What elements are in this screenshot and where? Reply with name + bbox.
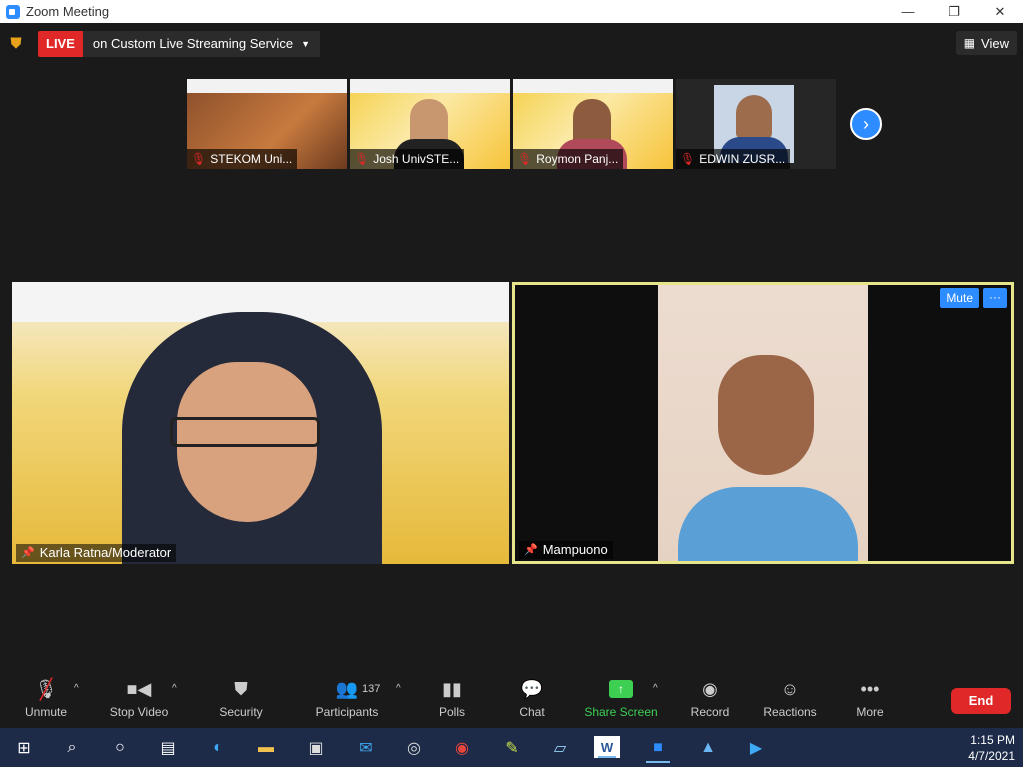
live-badge[interactable]: LIVE	[38, 31, 83, 57]
meeting-toolbar: 🎙 ╱ Unmute ^ ■◀ Stop Video ^ ⛊ Security 👥…	[0, 671, 1023, 728]
participant-thumbnail[interactable]: 🎙 Roymon Panj...	[513, 79, 673, 169]
chevron-right-icon: ›	[863, 113, 869, 134]
share-options-caret-icon[interactable]: ^	[653, 683, 658, 694]
participant-thumbnail[interactable]: 🎙 EDWIN ZUSR...	[676, 79, 836, 169]
view-label: View	[981, 35, 1009, 51]
pin-icon: 📌	[524, 544, 538, 556]
file-explorer-icon[interactable]: ▬	[250, 732, 282, 763]
participant-name: EDWIN ZUSR...	[699, 152, 786, 166]
pen-app-icon[interactable]: ✎	[496, 732, 528, 763]
view-button[interactable]: ▦ View	[955, 31, 1017, 55]
polls-button[interactable]: ▮▮ Polls	[436, 677, 468, 723]
mic-muted-icon: 🎙 ╱	[34, 678, 58, 701]
pin-icon: 📌	[21, 547, 35, 559]
restore-icon[interactable]: ❐	[931, 0, 977, 23]
stop-video-button[interactable]: ■◀ Stop Video	[108, 677, 170, 723]
encryption-shield-icon[interactable]: ⛊	[8, 35, 24, 53]
participant-name-tag: 📌 Mampuono	[519, 541, 613, 559]
video-tile-moderator[interactable]: 📌 Karla Ratna/Moderator	[12, 282, 509, 564]
search-icon[interactable]: ⌕	[56, 732, 88, 763]
record-icon: ◉	[702, 678, 718, 699]
mic-muted-icon: 🎙	[354, 152, 370, 166]
more-button[interactable]: ••• More	[855, 677, 885, 723]
media-player-icon[interactable]: ▶	[740, 732, 772, 763]
windows-start-icon[interactable]: ⊞	[8, 732, 40, 763]
live-service-label: on Custom Live Streaming Service	[92, 36, 294, 51]
caret-down-icon: ▼	[301, 39, 310, 49]
audio-options-caret-icon[interactable]: ^	[74, 683, 79, 694]
edge-browser-icon[interactable]: ◐	[202, 732, 234, 763]
clock-date: 4/7/2021	[968, 749, 1015, 763]
clock-time: 1:15 PM	[970, 733, 1015, 747]
windows-taskbar: ⊞ ⌕ ○ ▤ ◐ ▬ ▣ ✉ ◎ ◉ ✎ ▱ W ■ ▲ ▶ 1:15 PM …	[0, 728, 1023, 767]
window-titlebar: Zoom Meeting — ❐ ✕	[0, 0, 1023, 23]
mute-participant-button[interactable]: Mute	[940, 288, 979, 308]
ellipsis-icon: •••	[860, 678, 880, 699]
video-tile-active-speaker[interactable]: Mute ··· 📌 Mampuono	[512, 282, 1014, 564]
participant-count-badge: 137	[362, 683, 381, 695]
next-page-button[interactable]: ›	[850, 108, 882, 140]
minimize-icon[interactable]: —	[885, 0, 931, 23]
system-clock[interactable]: 1:15 PM 4/7/2021	[968, 732, 1015, 764]
participant-name: Karla Ratna/Moderator	[39, 545, 172, 560]
participant-name-tag: 🎙 Josh UnivSTE...	[350, 149, 465, 169]
share-screen-icon: ↑	[609, 677, 633, 701]
participant-name: STEKOM Uni...	[210, 152, 293, 166]
participants-icon: 👥	[335, 678, 359, 699]
participants-options-caret-icon[interactable]: ^	[396, 683, 401, 694]
obs-icon[interactable]: ◎	[398, 732, 430, 763]
participant-thumbnail[interactable]: 🎙 Josh UnivSTE...	[350, 79, 510, 169]
thumbnail-strip: 🎙 STEKOM Uni... 🎙 Josh UnivSTE... 🎙 Roym…	[187, 79, 836, 169]
end-meeting-button[interactable]: End	[951, 688, 1011, 714]
mic-muted-icon: 🎙	[680, 152, 696, 166]
unmute-button[interactable]: 🎙 ╱ Unmute	[22, 677, 70, 723]
window-title: Zoom Meeting	[26, 4, 110, 19]
close-icon[interactable]: ✕	[977, 0, 1023, 23]
participant-thumbnail[interactable]: 🎙 STEKOM Uni...	[187, 79, 347, 169]
live-status-row: ⛊ LIVE on Custom Live Streaming Service …	[8, 31, 320, 57]
zoom-logo-icon	[6, 4, 20, 19]
zoom-app-icon[interactable]: ■	[642, 732, 674, 763]
smiley-add-icon: ☺	[780, 678, 800, 699]
security-button[interactable]: ⛊ Security	[218, 677, 264, 723]
video-camera-icon: ■◀	[126, 678, 152, 699]
share-screen-button[interactable]: ↑ Share Screen	[584, 677, 658, 723]
participant-name-tag: 🎙 STEKOM Uni...	[187, 149, 298, 169]
more-options-button[interactable]: ···	[983, 288, 1007, 308]
meeting-area: ⛊ LIVE on Custom Live Streaming Service …	[0, 23, 1023, 671]
shield-icon: ⛊	[234, 678, 248, 699]
participant-name: Mampuono	[542, 542, 608, 557]
participant-name-tag: 🎙 EDWIN ZUSR...	[676, 149, 791, 169]
participant-video	[122, 312, 382, 564]
notes-app-icon[interactable]: ▱	[544, 732, 576, 763]
live-service-dropdown[interactable]: on Custom Live Streaming Service ▼	[82, 31, 320, 57]
photos-icon[interactable]: ▲	[692, 732, 724, 763]
word-icon[interactable]: W	[594, 736, 620, 758]
task-view-icon[interactable]: ▤	[152, 732, 184, 763]
chat-bubble-icon: 💬	[520, 678, 544, 699]
mail-icon[interactable]: ✉	[350, 732, 382, 763]
chat-button[interactable]: 💬 Chat	[517, 677, 547, 723]
participant-name: Josh UnivSTE...	[373, 152, 460, 166]
grid-view-icon: ▦	[963, 36, 976, 50]
video-options-caret-icon[interactable]: ^	[172, 683, 177, 694]
reactions-button[interactable]: ☺ Reactions	[762, 677, 818, 723]
participant-name-tag: 🎙 Roymon Panj...	[513, 149, 624, 169]
participant-video	[658, 285, 868, 561]
mic-muted-icon: 🎙	[517, 152, 533, 166]
chrome-icon[interactable]: ◉	[446, 732, 478, 763]
mic-muted-icon: 🎙	[191, 152, 207, 166]
cortana-icon[interactable]: ○	[104, 732, 136, 763]
record-button[interactable]: ◉ Record	[690, 677, 730, 723]
store-icon[interactable]: ▣	[300, 732, 332, 763]
participant-name-tag: 📌 Karla Ratna/Moderator	[16, 544, 177, 562]
bar-chart-icon: ▮▮	[442, 678, 462, 699]
participant-name: Roymon Panj...	[536, 152, 619, 166]
